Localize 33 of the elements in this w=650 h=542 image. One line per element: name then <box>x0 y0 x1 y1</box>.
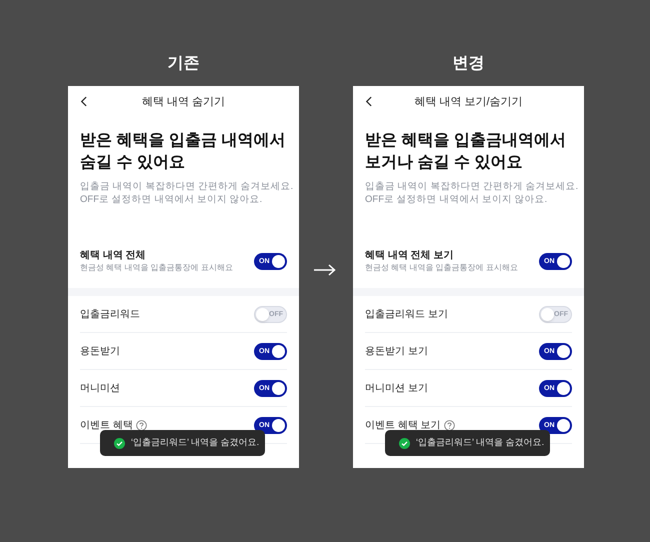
toast-message: ‘입출금리워드’ 내역을 숨겼어요. <box>416 436 544 450</box>
help-icon[interactable] <box>136 420 147 430</box>
screen-title: 혜택 내역 숨기기 <box>142 94 226 110</box>
heading: 숨길 수 있어요 <box>80 153 186 173</box>
back-icon[interactable] <box>80 96 87 107</box>
setting-label: 이벤트 혜택 <box>80 418 133 432</box>
check-icon <box>399 438 410 448</box>
description: 입출금 내역이 복잡하다면 간편하게 숨겨보세요. <box>365 180 578 193</box>
screen-title: 혜택 내역 보기/숨기기 <box>414 94 523 110</box>
toast-message: ‘입출금리워드’ 내역을 숨겼어요. <box>131 436 260 450</box>
setting-label: 머니미션 보기 <box>365 382 428 396</box>
setting-label: 용돈받기 <box>80 344 120 358</box>
setting-label: 혜택 내역 전체 <box>80 248 147 262</box>
setting-label: 입출금리워드 보기 <box>365 308 448 322</box>
heading: 받은 혜택을 입출금 내역에서 <box>80 131 286 151</box>
back-icon[interactable] <box>365 96 372 107</box>
heading: 받은 혜택을 입출금내역에서 <box>365 131 567 151</box>
setting-label: 용돈받기 보기 <box>365 344 428 358</box>
setting-label: 입출금리워드 <box>80 308 140 322</box>
description: OFF로 설정하면 내역에서 보이지 않아요. <box>365 193 548 206</box>
arrow-icon <box>314 264 336 276</box>
check-icon <box>114 438 125 448</box>
setting-description: 현금성 혜택 내역을 입출금통장에 표시해요 <box>80 262 233 274</box>
setting-description: 현금성 혜택 내역을 입출금통장에 표시해요 <box>365 262 518 274</box>
caption: 기존 <box>168 54 200 74</box>
setting-label: 이벤트 혜택 보기 <box>365 418 441 432</box>
setting-label: 혜택 내역 전체 보기 <box>365 248 454 262</box>
help-icon[interactable] <box>444 420 455 430</box>
setting-label: 머니미션 <box>80 382 120 396</box>
description: OFF로 설정하면 내역에서 보이지 않아요. <box>80 193 262 206</box>
description: 입출금 내역이 복잡하다면 간편하게 숨겨보세요. <box>80 180 294 193</box>
heading: 보거나 숨길 수 있어요 <box>365 153 524 173</box>
caption: 변경 <box>452 54 484 74</box>
